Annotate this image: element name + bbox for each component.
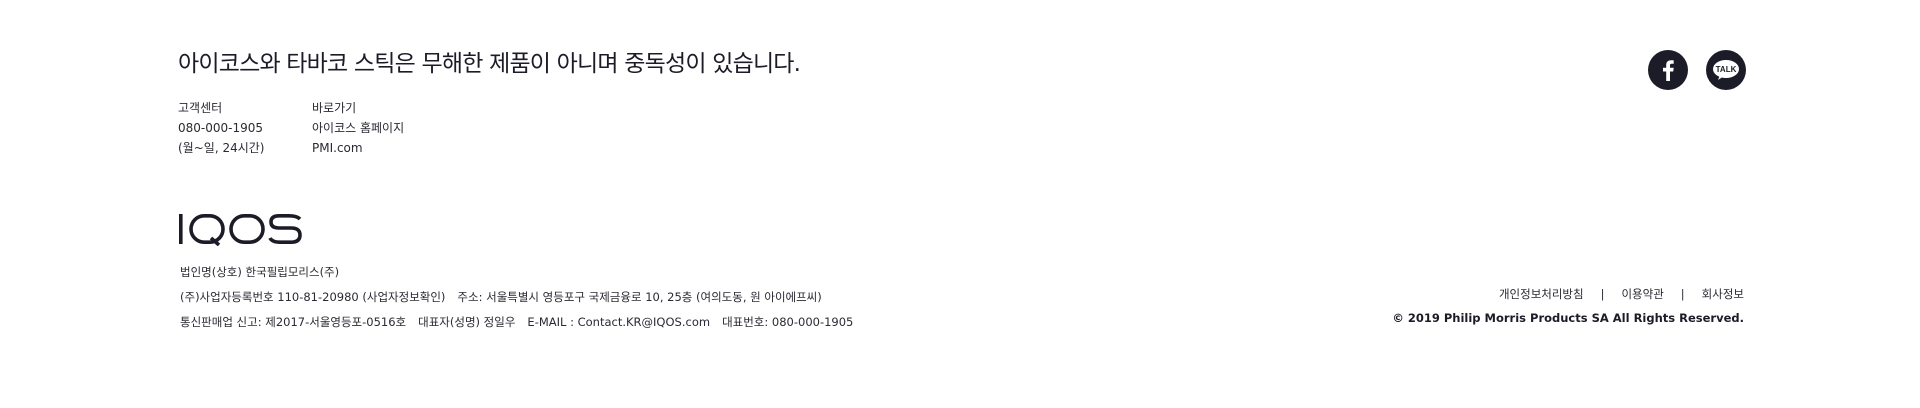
- shortcuts-title: 바로가기: [312, 101, 357, 115]
- company-name: 법인명(상호) 한국필립모리스(주): [180, 265, 340, 279]
- facebook-icon: [1663, 60, 1674, 81]
- company-info-link[interactable]: 회사정보: [1702, 286, 1744, 302]
- kakaotalk-text: TALK: [1716, 65, 1737, 74]
- customer-center-phone: 080-000-1905: [178, 121, 264, 135]
- pmi-link[interactable]: PMI.com: [312, 138, 404, 158]
- company-address: 주소: 서울특별시 영등포구 국제금융로 10, 25층 (여의도동, 원 아이…: [457, 290, 822, 304]
- company-email: E-MAIL : Contact.KR@IQOS.com: [527, 315, 711, 329]
- iqos-homepage-link[interactable]: 아이코스 홈페이지: [312, 118, 404, 138]
- privacy-policy-link[interactable]: 개인정보처리방침: [1499, 286, 1584, 302]
- shortcuts: 바로가기 아이코스 홈페이지 PMI.com: [312, 98, 404, 158]
- customer-center: 고객센터 080-000-1905 (월~일, 24시간): [178, 98, 264, 158]
- social-links: TALK: [1648, 50, 1746, 90]
- separator: |: [1600, 287, 1605, 301]
- facebook-button[interactable]: [1648, 50, 1688, 90]
- terms-of-use-link[interactable]: 이용약관: [1621, 286, 1663, 302]
- kakaotalk-icon: TALK: [1713, 60, 1739, 80]
- kakaotalk-button[interactable]: TALK: [1706, 50, 1746, 90]
- iqos-logo: [179, 212, 303, 250]
- business-registration: (주)사업자등록번호 110-81-20980 (사업자정보확인): [180, 290, 446, 304]
- mail-order-registration: 통신판매업 신고: 제2017-서울영등포-0516호: [180, 315, 407, 329]
- separator: |: [1680, 287, 1685, 301]
- copyright: © 2019 Philip Morris Products SA All Rig…: [1392, 311, 1744, 325]
- iqos-logo-mark: [179, 213, 302, 247]
- customer-center-title: 고객센터: [178, 101, 223, 115]
- main-phone: 대표번호: 080-000-1905: [722, 315, 854, 329]
- customer-center-hours: (월~일, 24시간): [178, 141, 265, 155]
- company-contact-row: 통신판매업 신고: 제2017-서울영등포-0516호 대표자(성명) 정일우 E-…: [180, 312, 853, 337]
- ceo-name: 대표자(성명) 정일우: [418, 315, 516, 329]
- legal-links: 개인정보처리방침 | 이용약관 | 회사정보: [1499, 286, 1744, 302]
- company-registration-row: (주)사업자등록번호 110-81-20980 (사업자정보확인) 주소: 서울특…: [180, 287, 853, 312]
- company-info: 법인명(상호) 한국필립모리스(주) (주)사업자등록번호 110-81-209…: [180, 262, 853, 337]
- site-footer: 아이코스와 타바코 스틱은 무해한 제품이 아니며 중독성이 있습니다. 고객센…: [0, 0, 1920, 408]
- health-warning: 아이코스와 타바코 스틱은 무해한 제품이 아니며 중독성이 있습니다.: [178, 51, 801, 77]
